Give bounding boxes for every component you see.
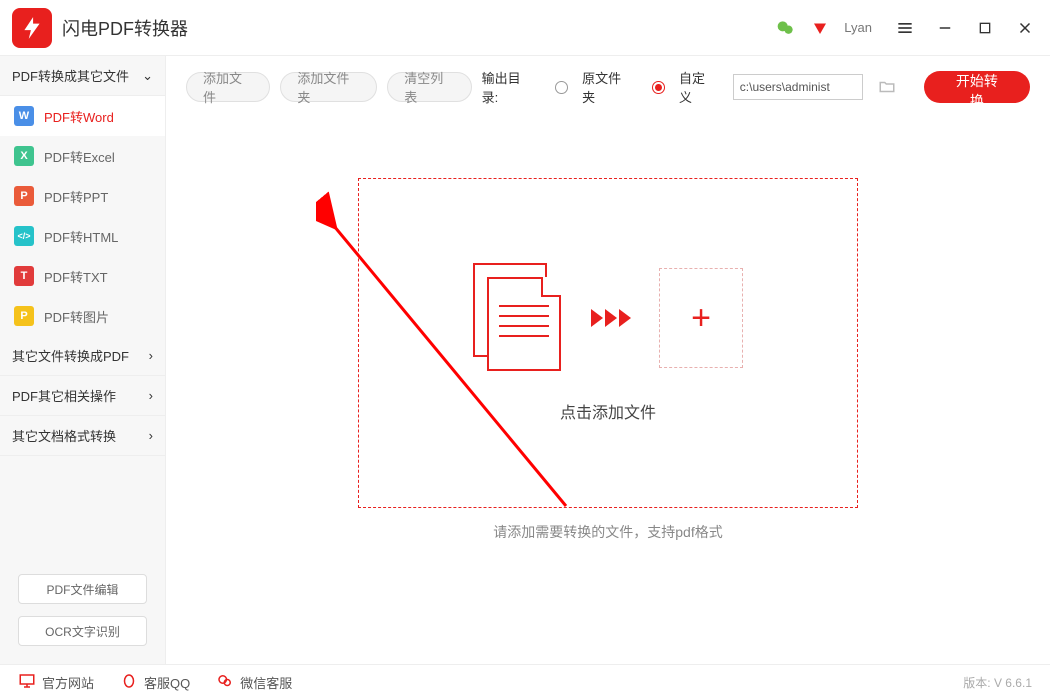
- sidebar-group-pdf-to-other[interactable]: PDF转换成其它文件 ⌄: [0, 56, 165, 96]
- monitor-icon: [18, 672, 36, 693]
- close-icon[interactable]: [1012, 15, 1038, 41]
- sidebar-item-label: PDF转HTML: [44, 227, 118, 246]
- sidebar-group-other-to-pdf[interactable]: 其它文件转换成PDF ›: [0, 336, 165, 376]
- chevron-right-icon: ›: [149, 428, 153, 443]
- chevron-right-icon: ›: [149, 348, 153, 363]
- sidebar-item-label: PDF转图片: [44, 307, 109, 326]
- version-text: 版本: V 6.6.1: [963, 674, 1032, 691]
- radio-custom-folder[interactable]: [652, 81, 665, 94]
- sidebar-group-label: 其它文件转换成PDF: [12, 346, 129, 365]
- ppt-icon: P: [14, 186, 34, 206]
- sidebar-item-label: PDF转Excel: [44, 147, 115, 166]
- drop-zone[interactable]: + 点击添加文件: [358, 178, 858, 508]
- gem-icon[interactable]: [810, 18, 830, 38]
- wechat-icon: [216, 672, 234, 693]
- minimize-icon[interactable]: [932, 15, 958, 41]
- sidebar-group-pdf-ops[interactable]: PDF其它相关操作 ›: [0, 376, 165, 416]
- clear-list-button[interactable]: 清空列表: [387, 72, 471, 102]
- sidebar-item-label: PDF转PPT: [44, 187, 108, 206]
- sidebar-group-other-format[interactable]: 其它文档格式转换 ›: [0, 416, 165, 456]
- drop-graphics: +: [473, 263, 743, 373]
- document-stack-icon: [473, 263, 563, 373]
- sidebar-item-pdf-image[interactable]: P PDF转图片: [0, 296, 165, 336]
- toolbar: 添加文件 添加文件夹 清空列表 输出目录: 原文件夹 自定义 开始转换: [166, 56, 1050, 118]
- official-site-link[interactable]: 官方网站: [18, 672, 94, 693]
- arrows-icon: [591, 309, 631, 327]
- sidebar-group-label: PDF其它相关操作: [12, 386, 116, 405]
- sidebar-item-label: PDF转Word: [44, 107, 114, 126]
- drop-click-text: 点击添加文件: [560, 399, 656, 423]
- sidebar-item-pdf-excel[interactable]: X PDF转Excel: [0, 136, 165, 176]
- sidebar-item-label: PDF转TXT: [44, 267, 108, 286]
- footer-link-label: 微信客服: [240, 673, 292, 692]
- wechat-support-link[interactable]: 微信客服: [216, 672, 292, 693]
- sidebar-item-pdf-ppt[interactable]: P PDF转PPT: [0, 176, 165, 216]
- app-title: 闪电PDF转换器: [62, 15, 188, 41]
- radio-original-label[interactable]: 原文件夹: [582, 68, 632, 106]
- txt-icon: T: [14, 266, 34, 286]
- image-icon: P: [14, 306, 34, 326]
- footer-link-label: 客服QQ: [144, 673, 190, 692]
- word-icon: W: [14, 106, 34, 126]
- username[interactable]: Lyan: [844, 20, 872, 35]
- sidebar-item-pdf-html[interactable]: </> PDF转HTML: [0, 216, 165, 256]
- main-panel: 添加文件 添加文件夹 清空列表 输出目录: 原文件夹 自定义 开始转换 + 点击…: [166, 56, 1050, 664]
- chevron-right-icon: ›: [149, 388, 153, 403]
- ocr-button[interactable]: OCR文字识别: [18, 616, 147, 646]
- plus-box-icon: +: [659, 268, 743, 368]
- title-bar: 闪电PDF转换器 Lyan: [0, 0, 1050, 56]
- add-folder-button[interactable]: 添加文件夹: [280, 72, 377, 102]
- excel-icon: X: [14, 146, 34, 166]
- qq-icon: [120, 672, 138, 693]
- menu-icon[interactable]: [892, 15, 918, 41]
- output-path-input[interactable]: [733, 74, 863, 100]
- qq-support-link[interactable]: 客服QQ: [120, 672, 190, 693]
- drop-hint: 请添加需要转换的文件，支持pdf格式: [166, 522, 1050, 542]
- footer: 官方网站 客服QQ 微信客服 版本: V 6.6.1: [0, 664, 1050, 700]
- start-convert-button[interactable]: 开始转换: [924, 71, 1030, 103]
- sidebar-item-pdf-txt[interactable]: T PDF转TXT: [0, 256, 165, 296]
- pdf-edit-button[interactable]: PDF文件编辑: [18, 574, 147, 604]
- sidebar: PDF转换成其它文件 ⌄ W PDF转Word X PDF转Excel P PD…: [0, 56, 166, 664]
- app-logo: [12, 8, 52, 48]
- sidebar-group-label: PDF转换成其它文件: [12, 66, 129, 85]
- sidebar-item-pdf-word[interactable]: W PDF转Word: [0, 96, 165, 136]
- chevron-down-icon: ⌄: [142, 68, 153, 84]
- wechat-icon[interactable]: [776, 18, 796, 38]
- radio-custom-label[interactable]: 自定义: [679, 68, 717, 106]
- add-file-button[interactable]: 添加文件: [186, 72, 270, 102]
- maximize-icon[interactable]: [972, 15, 998, 41]
- output-dir-label: 输出目录:: [482, 68, 536, 106]
- footer-link-label: 官方网站: [42, 673, 94, 692]
- html-icon: </>: [14, 226, 34, 246]
- browse-folder-icon[interactable]: [873, 74, 902, 100]
- radio-original-folder[interactable]: [555, 81, 568, 94]
- sidebar-group-label: 其它文档格式转换: [12, 426, 116, 445]
